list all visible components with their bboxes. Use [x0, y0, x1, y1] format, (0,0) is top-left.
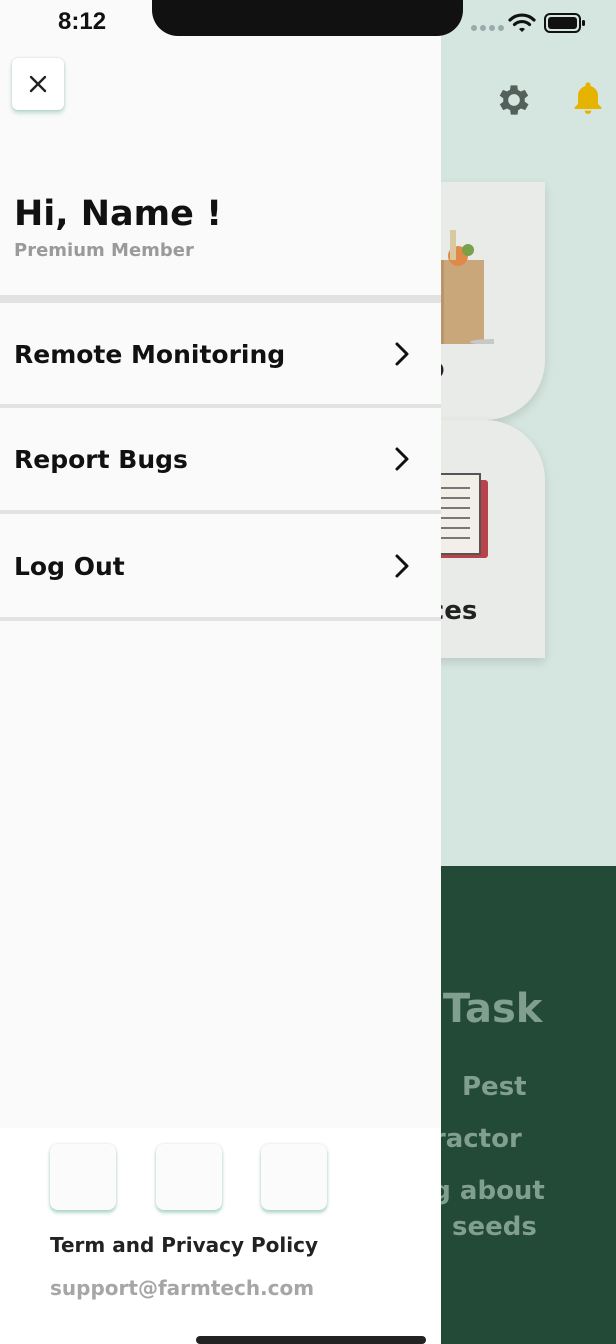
grocery-bag-icon	[434, 230, 494, 344]
task-line: seeds	[452, 1212, 537, 1242]
chevron-right-icon	[395, 447, 409, 471]
status-bar: 8:12	[0, 0, 616, 48]
divider	[0, 295, 441, 303]
menu-item-report-bugs[interactable]: Report Bugs	[0, 408, 441, 510]
close-button[interactable]	[12, 58, 64, 110]
menu-item-label: Log Out	[14, 551, 125, 581]
task-line: Pest	[462, 1072, 527, 1102]
chevron-right-icon	[395, 554, 409, 578]
chevron-right-icon	[395, 342, 409, 366]
menu-item-log-out[interactable]: Log Out	[0, 515, 441, 617]
support-email-link[interactable]: support@farmtech.com	[50, 1276, 314, 1300]
home-indicator	[196, 1336, 426, 1344]
device-notch	[152, 0, 463, 36]
signal-icon	[471, 25, 504, 31]
drawer-footer: Term and Privacy Policy support@farmtech…	[0, 1128, 441, 1344]
membership-label: Premium Member	[14, 240, 194, 261]
battery-icon	[544, 13, 585, 33]
gear-icon[interactable]	[494, 80, 534, 120]
terms-privacy-link[interactable]: Term and Privacy Policy	[50, 1233, 318, 1257]
divider	[0, 510, 441, 514]
menu-item-remote-monitoring[interactable]: Remote Monitoring	[0, 303, 441, 405]
social-button[interactable]	[156, 1144, 222, 1210]
social-button[interactable]	[50, 1144, 116, 1210]
social-button[interactable]	[261, 1144, 327, 1210]
greeting-title: Hi, Name !	[14, 194, 223, 234]
side-drawer: Hi, Name ! Premium Member Remote Monitor…	[0, 0, 441, 1344]
divider	[0, 617, 441, 621]
menu-item-label: Report Bugs	[14, 444, 188, 474]
wifi-icon	[508, 13, 536, 32]
status-time: 8:12	[58, 8, 107, 35]
bell-icon[interactable]	[568, 78, 608, 120]
close-icon	[29, 75, 47, 93]
menu-item-label: Remote Monitoring	[14, 339, 286, 369]
